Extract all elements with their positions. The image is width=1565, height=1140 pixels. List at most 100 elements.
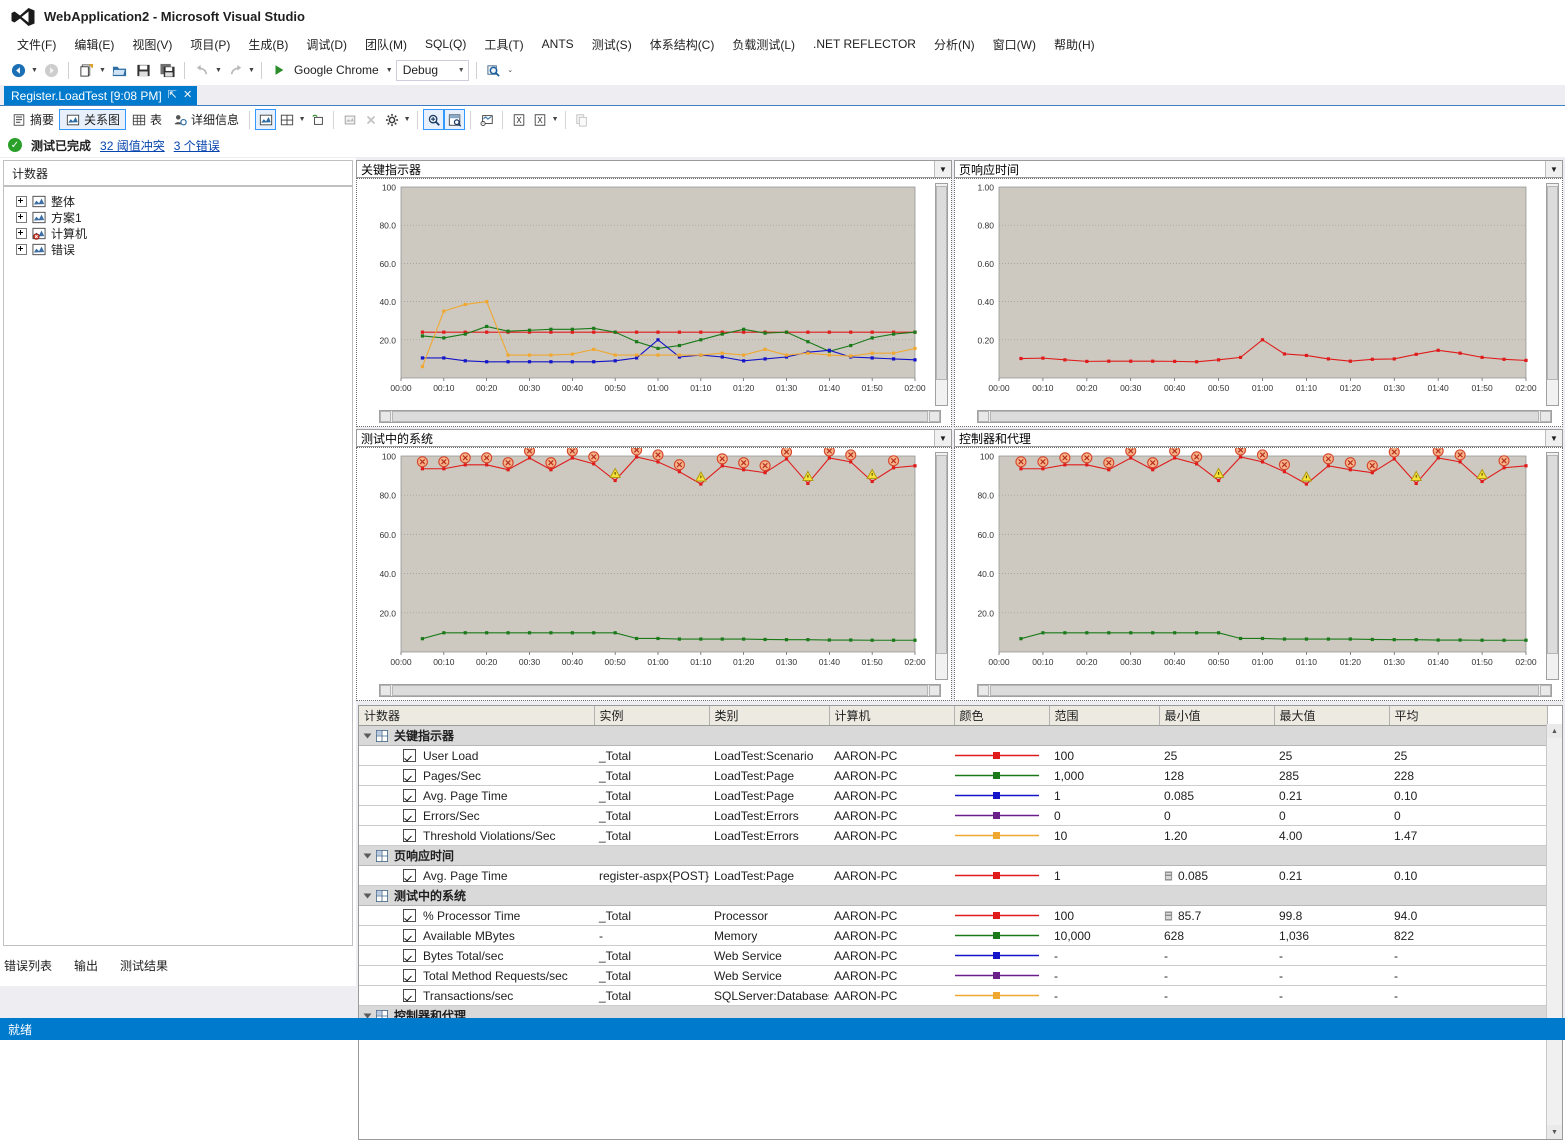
scroll-right-arrow[interactable] xyxy=(929,411,940,422)
group-row[interactable]: 测试中的系统 xyxy=(359,885,1547,906)
color-cell[interactable] xyxy=(954,825,1049,846)
chart-canvas-0[interactable]: 100 80.0 60.0 40.0 20.0 00:00 00:10 00:20 00:30 0… xyxy=(356,178,952,427)
chart-horizontal-scrollbar[interactable] xyxy=(379,410,941,423)
menu-item-1[interactable]: 编辑(E) xyxy=(65,34,123,55)
settings-gear-icon[interactable] xyxy=(381,109,402,130)
menu-item-11[interactable]: 体系结构(C) xyxy=(641,34,724,55)
scroll-left-arrow[interactable] xyxy=(978,685,989,696)
delete-x-icon[interactable] xyxy=(360,109,381,130)
chart-canvas-3[interactable]: 100 80.0 60.0 40.0 20.0 00:00 00:10 00:20 00:30 0… xyxy=(954,447,1563,701)
color-cell[interactable] xyxy=(954,925,1049,946)
counter-checkbox[interactable] xyxy=(403,809,416,822)
new-item-dropdown[interactable]: ▼ xyxy=(98,59,107,81)
counter-checkbox[interactable] xyxy=(403,929,416,942)
footer-tab-2[interactable]: 测试结果 xyxy=(120,957,168,974)
menu-item-6[interactable]: 团队(M) xyxy=(356,34,416,55)
view-tab-3[interactable]: 详细信息 xyxy=(167,109,244,130)
counter-checkbox[interactable] xyxy=(403,969,416,982)
column-header-5[interactable]: 范围 xyxy=(1049,706,1160,726)
menu-item-10[interactable]: 测试(S) xyxy=(583,34,641,55)
tree-node-0[interactable]: 整体 xyxy=(4,193,352,209)
toolbar-overflow[interactable]: ⌄ xyxy=(506,59,515,81)
start-debug-icon[interactable] xyxy=(268,59,290,81)
document-tab-register-loadtest[interactable]: Register.LoadTest [9:08 PM] ⇱ ✕ xyxy=(4,86,198,105)
column-header-2[interactable]: 类别 xyxy=(709,706,830,726)
counter-checkbox[interactable] xyxy=(403,769,416,782)
column-header-7[interactable]: 最大值 xyxy=(1274,706,1390,726)
table-row[interactable]: User Load _Total LoadTest:Scenario AARON-PC… xyxy=(359,745,1547,766)
table-row[interactable]: Avg. Page Time register-aspx{POST} LoadTes… xyxy=(359,865,1547,886)
start-target-label[interactable]: Google Chrome xyxy=(291,63,385,77)
tree-node-3[interactable]: 错误 xyxy=(4,241,352,257)
pin-icon[interactable]: ⇱ xyxy=(168,90,177,101)
scroll-right-arrow[interactable] xyxy=(1540,411,1551,422)
menu-item-7[interactable]: SQL(Q) xyxy=(416,35,475,53)
expand-toggle[interactable] xyxy=(16,243,27,255)
color-cell[interactable] xyxy=(954,745,1049,766)
chart-horizontal-scrollbar[interactable] xyxy=(977,684,1552,697)
view-tab-1[interactable]: 关系图 xyxy=(59,109,127,130)
column-header-1[interactable]: 实例 xyxy=(594,706,710,726)
zoom-in-icon[interactable] xyxy=(423,109,445,130)
add-panel-icon[interactable] xyxy=(307,109,328,130)
chart-vertical-scrollbar[interactable] xyxy=(935,452,948,680)
chevron-down-icon[interactable]: ▼ xyxy=(550,109,560,130)
remove-graph-icon[interactable] xyxy=(339,109,360,130)
color-cell[interactable] xyxy=(954,785,1049,806)
group-row[interactable]: 关键指示器 xyxy=(359,725,1547,746)
menu-item-9[interactable]: ANTS xyxy=(533,35,583,53)
table-row[interactable]: % Processor Time _Total Processor AARON-PC 1… xyxy=(359,905,1547,926)
menu-item-14[interactable]: 分析(N) xyxy=(925,34,984,55)
chart-canvas-1[interactable]: 1.00 0.80 0.60 0.40 0.20 00:00 00:10 00:20 00:30… xyxy=(954,178,1563,427)
table-row[interactable]: Transactions/sec _Total SQLServer:Database… xyxy=(359,985,1547,1006)
close-icon[interactable]: ✕ xyxy=(183,90,192,101)
scroll-thumb[interactable] xyxy=(392,411,928,422)
counter-checkbox[interactable] xyxy=(403,909,416,922)
save-all-icon[interactable] xyxy=(156,59,178,81)
group-row[interactable]: 页响应时间 xyxy=(359,845,1547,866)
view-tab-2[interactable]: 表 xyxy=(126,109,167,130)
new-item-icon[interactable] xyxy=(75,59,97,81)
grid-vertical-scrollbar[interactable]: ▲ ▼ xyxy=(1546,724,1562,1139)
scroll-thumb[interactable] xyxy=(990,411,1539,422)
menu-item-16[interactable]: 帮助(H) xyxy=(1045,34,1104,55)
errors-link[interactable]: 3 个错误 xyxy=(174,137,220,154)
chart-vertical-scrollbar[interactable] xyxy=(935,183,948,406)
column-header-4[interactable]: 颜色 xyxy=(954,706,1050,726)
legend-icon[interactable]: i xyxy=(476,109,497,130)
counter-checkbox[interactable] xyxy=(403,949,416,962)
column-header-6[interactable]: 最小值 xyxy=(1159,706,1275,726)
menu-item-4[interactable]: 生成(B) xyxy=(239,34,297,55)
configuration-combo[interactable]: Debug ▼ xyxy=(395,59,469,81)
counters-tree[interactable]: 整体 方案1 计算机 错误 xyxy=(3,186,353,946)
scroll-up-arrow[interactable]: ▲ xyxy=(1547,724,1562,738)
table-row[interactable]: Available MBytes - Memory AARON-PC 10,000 628… xyxy=(359,925,1547,946)
expand-toggle[interactable] xyxy=(16,211,27,223)
menu-item-3[interactable]: 项目(P) xyxy=(181,34,239,55)
scroll-left-arrow[interactable] xyxy=(380,411,391,422)
table-row[interactable]: Bytes Total/sec _Total Web Service AARON-PC… xyxy=(359,945,1547,966)
chevron-down-icon[interactable]: ▼ xyxy=(934,161,951,177)
menu-item-8[interactable]: 工具(T) xyxy=(475,34,532,55)
navigate-back-icon[interactable] xyxy=(7,59,29,81)
table-row[interactable]: Total Method Requests/sec _Total Web Servi… xyxy=(359,965,1547,986)
chevron-down-icon[interactable]: ▼ xyxy=(1545,430,1562,446)
view-tab-0[interactable]: 摘要 xyxy=(6,109,59,130)
chart-horizontal-scrollbar[interactable] xyxy=(977,410,1552,423)
color-cell[interactable] xyxy=(954,965,1049,986)
color-cell[interactable] xyxy=(954,805,1049,826)
tree-node-1[interactable]: 方案1 xyxy=(4,209,352,225)
chart-canvas-2[interactable]: 100 80.0 60.0 40.0 20.0 00:00 00:10 00:20 00:30 0… xyxy=(356,447,952,701)
chevron-down-icon[interactable]: ▼ xyxy=(402,109,412,130)
expand-toggle[interactable] xyxy=(16,195,27,207)
navigate-back-dropdown[interactable]: ▼ xyxy=(30,59,39,81)
color-cell[interactable] xyxy=(954,765,1049,786)
copy-icon[interactable] xyxy=(571,109,592,130)
chevron-down-icon[interactable]: ▼ xyxy=(297,109,307,130)
counter-checkbox[interactable] xyxy=(403,989,416,1002)
column-header-3[interactable]: 计算机 xyxy=(829,706,955,726)
column-header-0[interactable]: 计数器 xyxy=(359,706,595,726)
scroll-left-arrow[interactable] xyxy=(978,411,989,422)
table-row[interactable]: Errors/Sec _Total LoadTest:Errors AARON-PC 0… xyxy=(359,805,1547,826)
menu-item-15[interactable]: 窗口(W) xyxy=(984,34,1045,55)
